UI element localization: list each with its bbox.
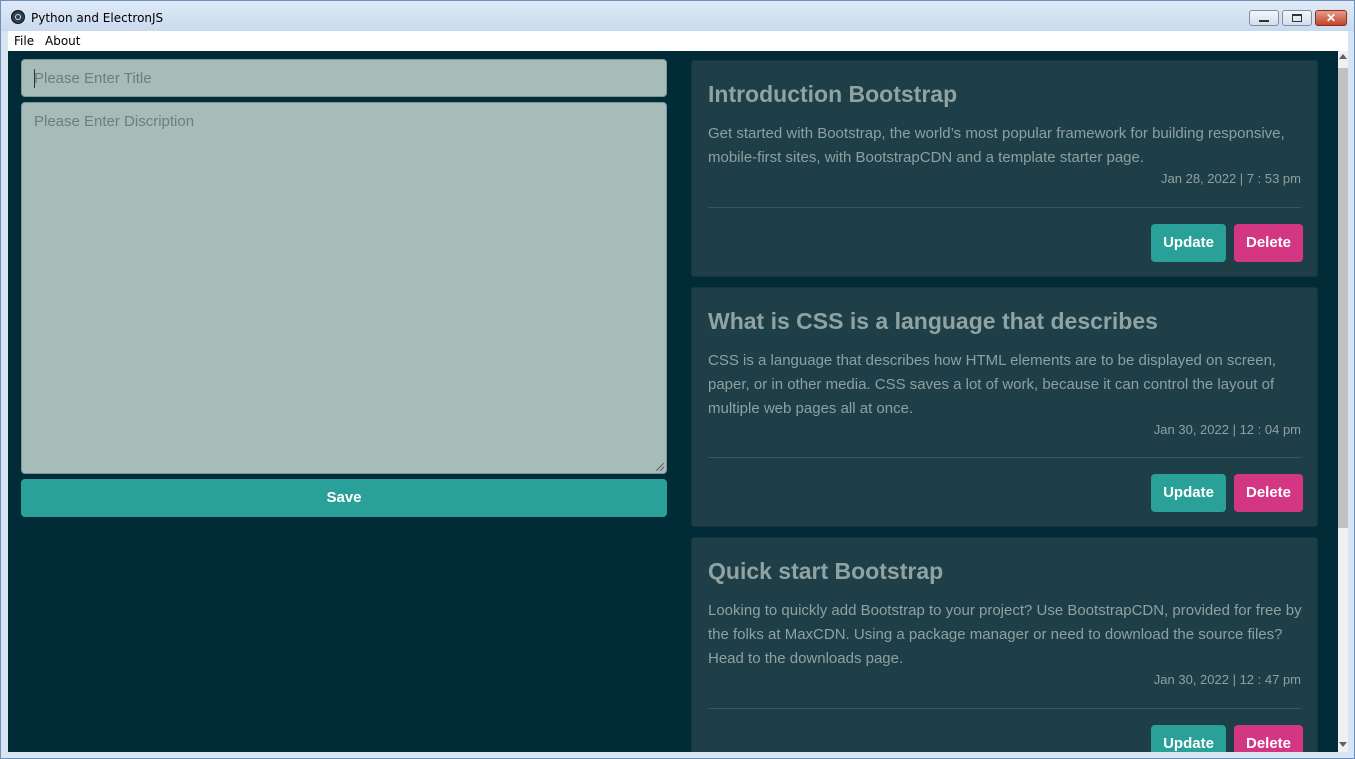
note-title: Introduction Bootstrap: [708, 81, 958, 107]
menu-file[interactable]: File: [14, 34, 34, 48]
update-button[interactable]: Update: [1151, 224, 1226, 262]
title-bar[interactable]: Python and ElectronJS ✕: [1, 1, 1354, 31]
note-title: Quick start Bootstrap: [708, 558, 944, 584]
scroll-down-arrow-icon[interactable]: [1339, 742, 1347, 747]
note-date: Jan 28, 2022 | 7 : 53 pm: [1161, 171, 1301, 186]
update-button[interactable]: Update: [1151, 474, 1226, 512]
delete-button[interactable]: Delete: [1234, 224, 1303, 262]
resize-grip-icon[interactable]: [656, 463, 664, 471]
delete-button[interactable]: Delete: [1234, 725, 1303, 752]
close-icon: ✕: [1325, 11, 1337, 25]
app-window: Python and ElectronJS ✕ File About Pleas…: [0, 0, 1355, 759]
minimize-button[interactable]: [1249, 10, 1279, 26]
electron-app-icon: [11, 10, 25, 24]
card-divider: [708, 457, 1301, 458]
delete-button[interactable]: Delete: [1234, 474, 1303, 512]
note-date: Jan 30, 2022 | 12 : 04 pm: [1153, 422, 1301, 437]
note-card: Introduction Bootstrap Get started with …: [691, 60, 1318, 277]
title-placeholder: Please Enter Title: [34, 70, 152, 87]
save-button[interactable]: Save: [21, 479, 667, 517]
description-textarea[interactable]: Please Enter Discription: [21, 102, 667, 474]
note-title: What is CSS is a language that describes: [708, 308, 1158, 334]
card-divider: [708, 207, 1301, 208]
description-placeholder: Please Enter Discription: [34, 113, 195, 130]
menu-about[interactable]: About: [45, 34, 80, 48]
note-card: What is CSS is a language that describes…: [691, 287, 1318, 527]
note-text: Get started with Bootstrap, the world’s …: [708, 125, 1285, 166]
window-title: Python and ElectronJS: [31, 11, 164, 25]
note-card: Quick start Bootstrap Looking to quickly…: [691, 537, 1318, 752]
maximize-button[interactable]: [1282, 10, 1312, 26]
note-text: CSS is a language that describes how HTM…: [708, 352, 1277, 417]
scrollbar-thumb[interactable]: [1338, 68, 1348, 528]
card-divider: [708, 708, 1301, 709]
update-button[interactable]: Update: [1151, 725, 1226, 752]
note-date: Jan 30, 2022 | 12 : 47 pm: [1153, 672, 1301, 687]
main-content: Please Enter Title Please Enter Discript…: [8, 51, 1348, 752]
title-input[interactable]: Please Enter Title: [21, 59, 667, 97]
menu-bar: File About: [8, 31, 1348, 51]
scroll-up-arrow-icon[interactable]: [1339, 54, 1347, 59]
vertical-scrollbar[interactable]: [1338, 51, 1348, 752]
note-text: Looking to quickly add Bootstrap to your…: [708, 602, 1302, 667]
close-button[interactable]: ✕: [1315, 10, 1347, 26]
